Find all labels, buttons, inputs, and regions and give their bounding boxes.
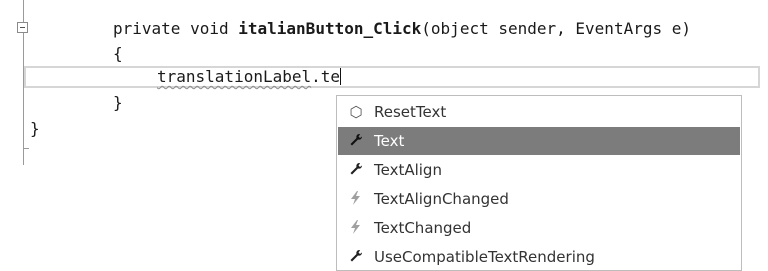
keyword-void: void (190, 19, 229, 38)
property-wrench-icon (346, 156, 366, 184)
keyword-private: private (113, 19, 181, 38)
collapse-toggle-icon[interactable] (17, 22, 28, 33)
property-wrench-icon (346, 243, 366, 271)
completion-item-resettext[interactable]: ⬡ ResetText (338, 98, 740, 126)
completion-item-usecompatibletextrendering[interactable]: UseCompatibleTextRendering (338, 243, 740, 271)
code-line-method-signature[interactable]: private void italianButton_Click(object … (113, 18, 691, 40)
completion-item-label: Text (374, 132, 405, 150)
completion-item-textalign[interactable]: TextAlign (338, 156, 740, 184)
identifier-translation-label: translationLabel (157, 67, 312, 86)
completion-item-textalignchanged[interactable]: TextAlignChanged (338, 185, 740, 213)
method-parameters: (object sender, EventArgs e) (421, 19, 691, 38)
completion-item-label: UseCompatibleTextRendering (374, 248, 595, 266)
code-line-current[interactable]: translationLabel.te (157, 66, 342, 88)
intellisense-completion-list[interactable]: ⬡ ResetText Text TextAlign TextAlignChan… (336, 95, 742, 271)
code-line-class-close-brace[interactable]: } (30, 118, 40, 140)
event-lightning-icon (346, 185, 366, 213)
outlining-guide-end (23, 148, 29, 149)
current-line-highlight (24, 66, 760, 88)
completion-item-text[interactable]: Text (338, 127, 740, 155)
completion-item-label: TextAlignChanged (374, 190, 509, 208)
completion-item-textchanged[interactable]: TextChanged (338, 214, 740, 242)
code-editor[interactable]: private void italianButton_Click(object … (0, 0, 768, 271)
text-caret (340, 68, 342, 85)
method-name: italianButton_Click (238, 19, 422, 38)
completion-item-label: TextChanged (374, 219, 472, 237)
code-line-open-brace[interactable]: { (113, 43, 123, 65)
code-line-close-brace[interactable]: } (113, 92, 123, 114)
method-cube-icon: ⬡ (349, 103, 363, 121)
completion-item-label: ResetText (374, 103, 447, 121)
completion-item-label: TextAlign (374, 161, 442, 179)
property-wrench-icon (346, 127, 366, 155)
typed-member-prefix: .te (311, 67, 341, 86)
event-lightning-icon (346, 214, 366, 242)
